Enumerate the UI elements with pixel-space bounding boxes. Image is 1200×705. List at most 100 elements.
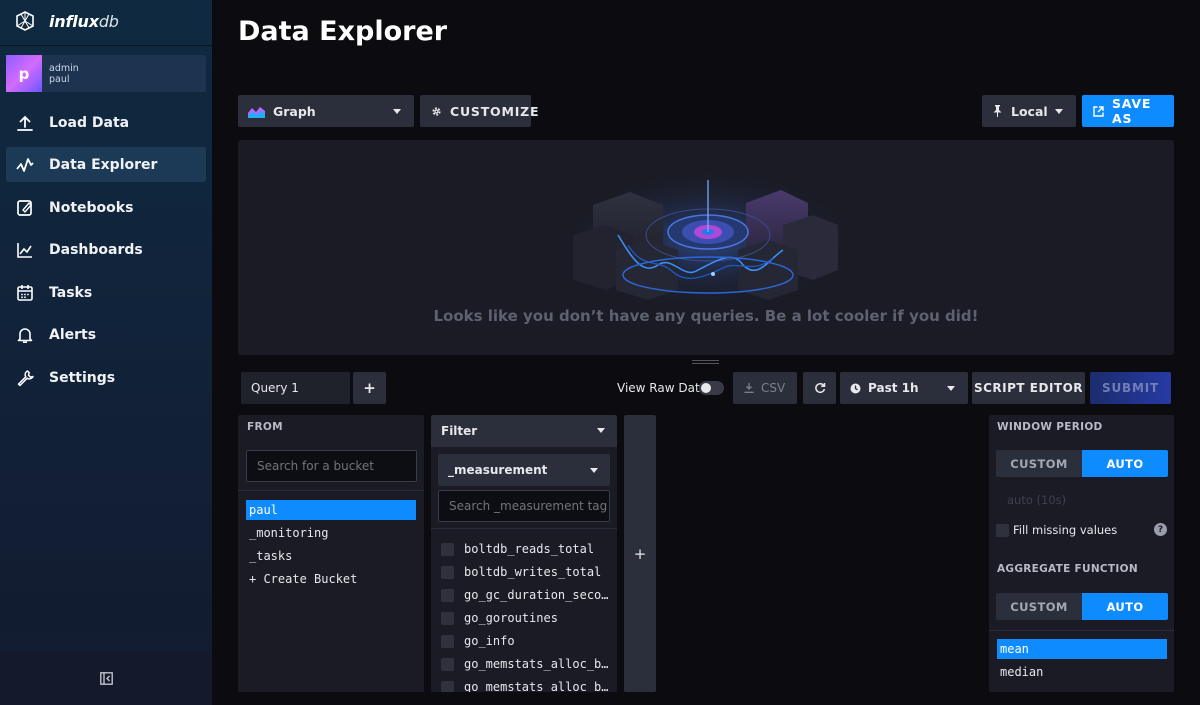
checkbox[interactable] [441,611,454,625]
toggle-knob [701,383,711,393]
aggregate-auto-option[interactable]: AUTO [1082,593,1168,620]
chevron-down-icon [597,428,605,433]
add-query-button[interactable]: + [353,372,386,404]
csv-label: CSV [761,381,786,395]
window-custom-option[interactable]: CUSTOM [996,450,1082,477]
tab-query-1[interactable]: Query 1 [241,372,350,404]
submit-label: SUBMIT [1102,381,1159,395]
refresh-button[interactable] [803,372,836,404]
bucket-item-paul[interactable]: paul [246,500,416,520]
help-icon[interactable]: ? [1154,523,1167,536]
plus-icon: + [633,544,647,563]
aggregate-function-median[interactable]: median [997,662,1167,682]
query-tab-label: Query 1 [251,381,299,395]
window-period-value: auto (10s) [1007,493,1067,507]
visualization-type-label: Graph [273,103,316,119]
sidebar: influxdb p admin paul Load Data Data Exp… [0,0,212,705]
create-bucket-link[interactable]: + Create Bucket [246,569,416,589]
checkbox[interactable] [441,634,454,648]
timezone-dropdown[interactable]: Local [982,95,1076,127]
script-editor-label: SCRIPT EDITOR [973,381,1084,395]
graph-empty-state: Looks like you don’t have any queries. B… [238,140,1174,355]
checkbox[interactable] [441,588,454,602]
tag-key-dropdown[interactable]: _measurement [438,454,610,486]
tag-search-placeholder: Search _measurement tag [449,499,608,513]
checkbox[interactable] [441,657,454,671]
visualization-type-dropdown[interactable]: Graph [238,95,414,127]
fill-missing-label: Fill missing values [1013,523,1118,537]
filter-label: Filter [441,424,478,438]
view-raw-data-toggle[interactable] [699,381,724,395]
tag-value-item[interactable]: go_memstats_alloc_b… [441,654,609,674]
graph-type-icon [248,105,265,118]
from-header: FROM [247,421,283,433]
tag-value-label: go_info [464,634,515,648]
sidebar-item-notebooks[interactable]: Notebooks [6,190,206,225]
avatar: p [6,55,42,92]
tag-value-list: boltdb_reads_total boltdb_writes_total g… [431,539,617,692]
bucket-search-input[interactable]: Search for a bucket [246,450,417,482]
pin-icon [993,105,1002,117]
window-period-toggle: CUSTOM AUTO [996,450,1168,477]
submit-button[interactable]: SUBMIT [1090,372,1171,404]
csv-download-button[interactable]: CSV [733,372,797,404]
sidebar-item-data-explorer[interactable]: Data Explorer [6,147,206,182]
calendar-icon [15,283,35,303]
collapse-sidebar-icon[interactable] [99,670,113,689]
divider [431,528,617,529]
customize-button[interactable]: CUSTOMIZE [420,95,539,127]
tag-value-item[interactable]: go_info [441,631,515,651]
save-as-button[interactable]: SAVE AS [1082,95,1174,127]
sidebar-item-label: Tasks [49,284,93,301]
window-auto-option[interactable]: AUTO [1082,450,1168,477]
sidebar-item-tasks[interactable]: Tasks [6,275,206,310]
time-range-dropdown[interactable]: Past 1h [840,372,968,404]
aggregate-custom-option[interactable]: CUSTOM [996,593,1082,620]
download-icon [744,383,754,393]
tag-value-item[interactable]: go_gc_duration_seco… [441,585,609,605]
checkbox[interactable] [996,523,1009,537]
tag-value-item[interactable]: go_memstats_alloc_b… [441,677,609,692]
user-name: paul [49,73,70,85]
tag-value-item[interactable]: go_goroutines [441,608,558,628]
tag-value-label: go_goroutines [464,611,558,625]
script-editor-button[interactable]: SCRIPT EDITOR [972,372,1085,404]
tag-value-item[interactable]: boltdb_reads_total [441,539,594,559]
checkbox[interactable] [441,565,454,579]
from-bucket-panel: FROM Search for a bucket paul _monitorin… [238,415,424,692]
tag-value-label: go_memstats_alloc_b… [464,657,609,671]
sidebar-item-alerts[interactable]: Alerts [6,317,206,352]
user-widget[interactable]: p admin paul [6,55,206,92]
influxdb-logo[interactable]: influxdb [15,10,119,32]
sidebar-item-settings[interactable]: Settings [6,360,206,395]
tag-value-search-input[interactable]: Search _measurement tag [438,490,610,522]
plus-icon: + [363,379,376,397]
aggregate-function-header: AGGREGATE FUNCTION [997,563,1138,575]
notebook-icon [15,198,35,218]
sidebar-item-dashboards[interactable]: Dashboards [6,232,206,267]
resize-handle[interactable] [692,360,719,364]
aggregate-function-mean[interactable]: mean [997,639,1167,659]
sidebar-item-load-data[interactable]: Load Data [6,105,206,140]
time-range-label: Past 1h [868,381,919,395]
clock-icon [850,383,861,394]
sidebar-item-label: Dashboards [49,241,143,258]
tag-value-label: go_memstats_alloc_b… [464,680,609,692]
save-as-label: SAVE AS [1112,96,1152,126]
refresh-icon [814,382,826,394]
filter-function-dropdown[interactable]: Filter [431,415,617,447]
add-filter-button[interactable]: + [624,415,656,692]
sidebar-item-label: Alerts [49,326,97,343]
checkbox[interactable] [441,680,454,692]
fill-missing-checkbox[interactable]: Fill missing values [996,523,1117,537]
customize-label: CUSTOMIZE [450,103,540,119]
chevron-down-icon [947,386,955,391]
chevron-down-icon [393,109,401,114]
user-role: admin [49,62,79,74]
tag-value-item[interactable]: boltdb_writes_total [441,562,601,582]
export-icon [1093,105,1104,117]
empty-graph-message: Looks like you don’t have any queries. B… [433,307,979,325]
checkbox[interactable] [441,542,454,556]
bucket-item-tasks[interactable]: _tasks [246,546,416,566]
bucket-item-monitoring[interactable]: _monitoring [246,523,416,543]
